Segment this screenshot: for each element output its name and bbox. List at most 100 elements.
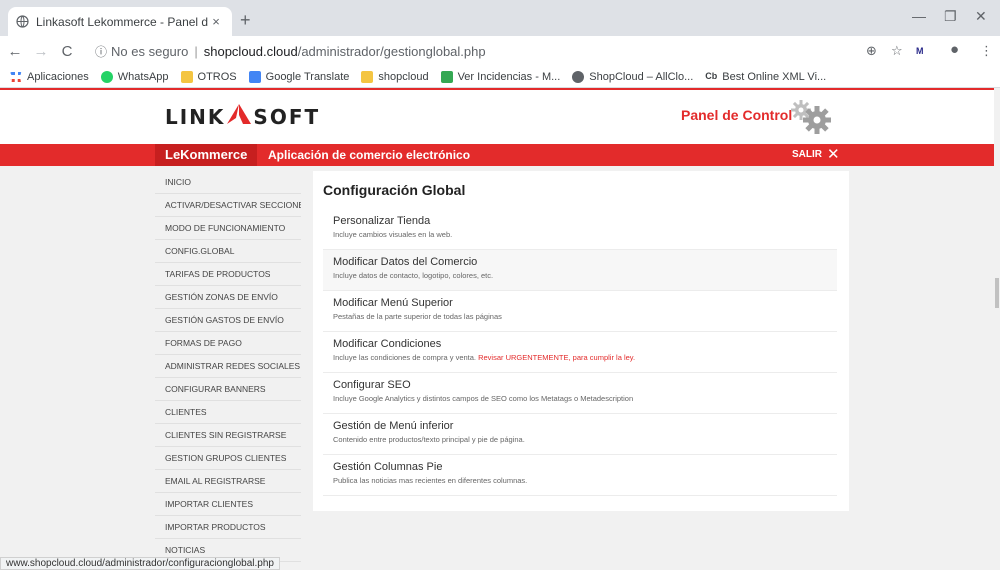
forward-icon[interactable]: →: [30, 43, 52, 60]
logo-triangle-icon: [227, 104, 252, 129]
config-item[interactable]: Modificar Condiciones Incluye las condici…: [323, 332, 837, 373]
scrollbar-thumb[interactable]: [995, 278, 999, 308]
sidebar-item[interactable]: CLIENTES: [155, 401, 301, 424]
bookmark-label: Aplicaciones: [27, 70, 89, 83]
browser-tab[interactable]: Linkasoft Lekommerce - Panel de ×: [8, 7, 232, 36]
description-text: Incluye Google Analytics y distintos cam…: [333, 394, 634, 403]
profile-icon[interactable]: ●: [950, 41, 959, 58]
page-title: Configuración Global: [323, 182, 466, 198]
logout-label: SALIR: [792, 149, 822, 160]
reload-icon[interactable]: C: [56, 43, 78, 60]
bookmark-item[interactable]: shopcloud: [361, 70, 429, 83]
back-icon[interactable]: ←: [4, 43, 26, 60]
sidebar-item[interactable]: IMPORTAR CLIENTES: [155, 493, 301, 516]
sidebar-item[interactable]: GESTION GRUPOS CLIENTES: [155, 447, 301, 470]
bookmark-icon: [361, 70, 374, 83]
description-text: Incluye cambios visuales en la web.: [333, 230, 453, 239]
logo-text-right: SOFT: [253, 104, 321, 129]
sidebar-item[interactable]: CLIENTES SIN REGISTRARSE: [155, 424, 301, 447]
menu-icon[interactable]: ⋮: [980, 43, 993, 59]
bookmark-label: OTROS: [197, 70, 237, 83]
sidebar-item[interactable]: CONFIGURAR BANNERS: [155, 378, 301, 401]
sidebar-item[interactable]: GESTIÓN ZONAS DE ENVÍO: [155, 286, 301, 309]
warning-text: Revisar URGENTEMENTE, para cumplir la le…: [478, 353, 636, 362]
sidebar-item[interactable]: ACTIVAR/DESACTIVAR SECCIONES: [155, 194, 301, 217]
panel-title: Panel de Control: [681, 107, 793, 123]
bookmark-icon: [100, 70, 113, 83]
description-text: Pestañas de la parte superior de todas l…: [333, 312, 502, 321]
extension-icon[interactable]: M: [916, 46, 924, 56]
address-bar[interactable]: ⓘ No es seguro | shopcloud.cloud /admini…: [95, 40, 486, 62]
globe-icon: [16, 15, 29, 28]
config-item-title[interactable]: Modificar Condiciones: [333, 338, 837, 350]
app-subtitle: Aplicación de comercio electrónico: [268, 148, 471, 162]
config-item-description: Incluye datos de contacto, logotipo, col…: [333, 271, 837, 280]
tab-close-icon[interactable]: ×: [208, 14, 224, 29]
site-header: LINK SOFT Panel de Control: [0, 90, 1000, 144]
description-text: Contenido entre productos/texto principa…: [333, 435, 525, 444]
bookmark-item[interactable]: Aplicaciones: [10, 71, 89, 83]
bookmark-item[interactable]: ShopCloud – AllClo...: [572, 70, 694, 83]
config-item-title[interactable]: Modificar Datos del Comercio: [333, 256, 837, 268]
config-item[interactable]: Personalizar Tienda Incluye cambios visua…: [323, 209, 837, 250]
sidebar-item[interactable]: IMPORTAR PRODUCTOS: [155, 516, 301, 539]
config-item[interactable]: Configurar SEO Incluye Google Analytics y…: [323, 373, 837, 414]
security-label: No es seguro: [111, 43, 189, 59]
star-icon[interactable]: ☆: [891, 43, 903, 59]
sidebar-item[interactable]: CONFIG.GLOBAL: [155, 240, 301, 263]
bookmark-item[interactable]: OTROS: [180, 70, 237, 83]
bookmark-icon: [180, 70, 193, 83]
sidebar-item[interactable]: ADMINISTRAR REDES SOCIALES: [155, 355, 301, 378]
logo[interactable]: LINK SOFT: [165, 104, 320, 129]
config-item-title[interactable]: Gestión de Menú inferior: [333, 420, 837, 432]
new-tab-button[interactable]: +: [240, 11, 251, 29]
bookmark-icon: [248, 70, 261, 83]
bookmark-icon: [572, 70, 585, 83]
close-icon: ✕: [827, 146, 840, 163]
bookmarks-bar: Aplicaciones WhatsApp OTROS Google Translat…: [0, 66, 1000, 88]
restore-icon[interactable]: ❐: [944, 8, 957, 25]
brand-label[interactable]: LeKommerce: [155, 144, 257, 166]
description-text: Incluye las condiciones de compra y vent…: [333, 353, 476, 362]
url-path: /administrador/gestionglobal.php: [297, 43, 486, 59]
logo-text-left: LINK: [165, 104, 226, 129]
url-host: shopcloud.cloud: [203, 43, 298, 59]
bookmark-item[interactable]: WhatsApp: [100, 70, 169, 83]
bookmark-label: ShopCloud – AllClo...: [589, 70, 694, 83]
bookmark-label: shopcloud: [378, 70, 429, 83]
config-item-description: Pestañas de la parte superior de todas l…: [333, 312, 837, 321]
browser-toolbar: ← → C ⓘ No es seguro | shopcloud.cloud /…: [0, 36, 1000, 66]
sidebar-item[interactable]: GESTIÓN GASTOS DE ENVÍO: [155, 309, 301, 332]
logout-button[interactable]: SALIR ✕: [792, 144, 840, 166]
bookmark-item[interactable]: Ver Incidencias - M...: [440, 70, 560, 83]
sidebar-item[interactable]: FORMAS DE PAGO: [155, 332, 301, 355]
config-item-title[interactable]: Gestión Columnas Pie: [333, 461, 837, 473]
bookmark-label: WhatsApp: [117, 70, 169, 83]
config-item-title[interactable]: Modificar Menú Superior: [333, 297, 837, 309]
scrollbar[interactable]: [994, 88, 1000, 570]
window-close-icon[interactable]: ✕: [975, 8, 987, 25]
config-item-title[interactable]: Personalizar Tienda: [333, 215, 837, 227]
tab-title: Linkasoft Lekommerce - Panel de: [36, 14, 208, 29]
sidebar-item[interactable]: EMAIL AL REGISTRARSE: [155, 470, 301, 493]
bookmark-item[interactable]: Cb Best Online XML Vi...: [705, 71, 826, 83]
config-item-title[interactable]: Configurar SEO: [333, 379, 837, 391]
description-text: Incluye datos de contacto, logotipo, col…: [333, 271, 494, 280]
config-item-description: Incluye las condiciones de compra y vent…: [333, 353, 837, 362]
sidebar-item[interactable]: INICIO: [155, 171, 301, 194]
config-item[interactable]: Gestión de Menú inferior Contenido entre …: [323, 414, 837, 455]
bookmark-item[interactable]: Google Translate: [248, 70, 349, 83]
config-item[interactable]: Modificar Datos del Comercio Incluye dato…: [323, 250, 837, 291]
bookmark-icon: [440, 70, 453, 83]
config-item-description: Incluye Google Analytics y distintos cam…: [333, 394, 837, 403]
sidebar-item[interactable]: TARIFAS DE PRODUCTOS: [155, 263, 301, 286]
info-icon[interactable]: ⓘ: [95, 43, 107, 60]
zoom-icon[interactable]: ⊕: [866, 43, 877, 59]
page: LINK SOFT Panel de Control LeKommerce Ap…: [0, 88, 1000, 570]
config-item[interactable]: Gestión Columnas Pie Publica las noticias…: [323, 455, 837, 496]
sidebar-item[interactable]: MODO DE FUNCIONAMIENTO: [155, 217, 301, 240]
minimize-icon[interactable]: —: [912, 8, 926, 24]
browser-tab-bar: Linkasoft Lekommerce - Panel de × + — ❐ …: [0, 0, 1000, 36]
description-text: Publica las noticias mas recientes en di…: [333, 476, 528, 485]
config-item[interactable]: Modificar Menú Superior Pestañas de la pa…: [323, 291, 837, 332]
